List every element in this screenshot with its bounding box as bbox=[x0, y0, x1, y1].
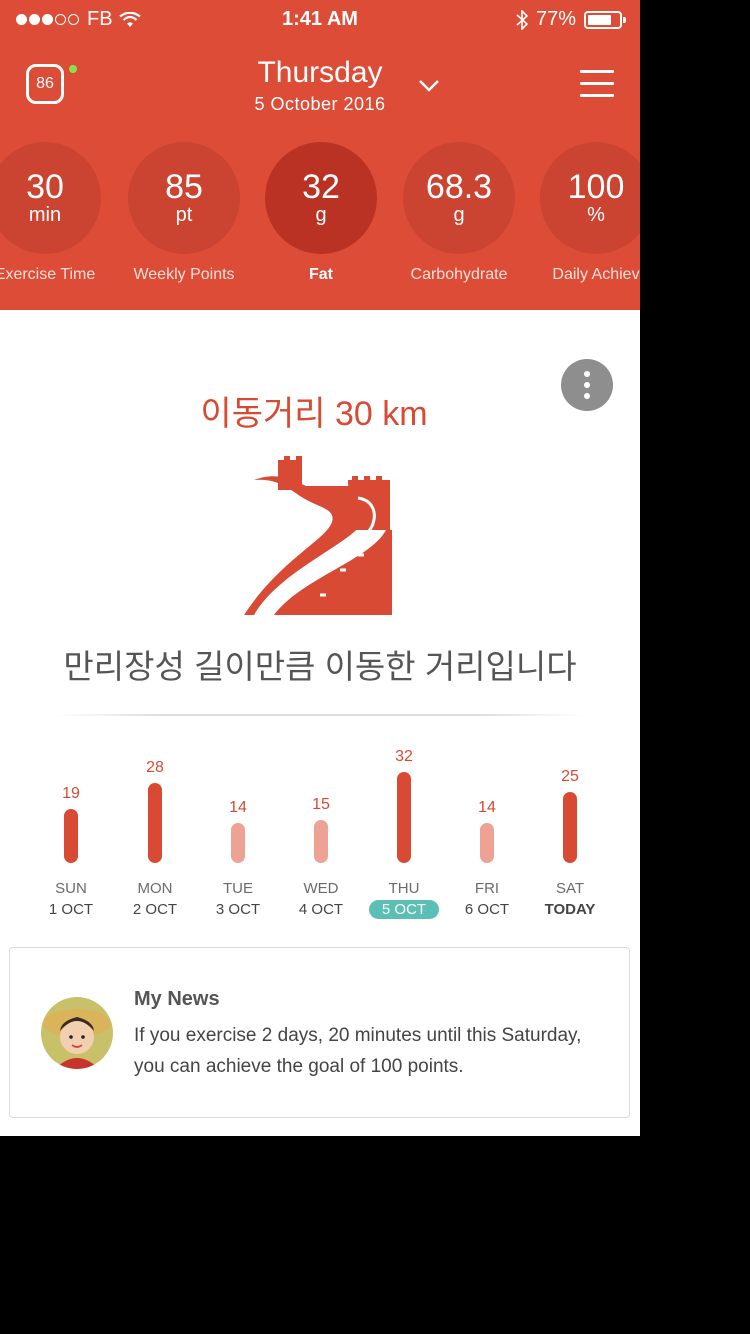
hamburger-menu-icon[interactable] bbox=[580, 70, 614, 100]
stat-weekly-points[interactable]: 85 pt Weekly Points bbox=[114, 142, 254, 284]
stat-circle: 68.3 g bbox=[403, 142, 515, 254]
divider bbox=[55, 714, 585, 716]
day-name: MON bbox=[137, 880, 173, 897]
stat-circle: 32 g bbox=[265, 142, 377, 254]
stat-unit: % bbox=[587, 204, 605, 226]
day-date: 2 OCT bbox=[132, 901, 178, 918]
more-dot bbox=[584, 371, 590, 377]
system-status: 77% bbox=[516, 8, 626, 31]
battery-icon bbox=[584, 10, 626, 29]
day-column-fri[interactable]: 14 FRI 6 OCT bbox=[447, 740, 527, 930]
weekly-bar-chart: 19 SUN 1 OCT 28 MON 2 OCT 14 TUE 3 OCT 1… bbox=[0, 740, 640, 930]
stat-circle: 85 pt bbox=[128, 142, 240, 254]
day-name: SUN bbox=[55, 880, 87, 897]
day-name: SAT bbox=[555, 880, 585, 897]
day-name: WED bbox=[303, 880, 339, 897]
stat-value: 32 bbox=[302, 168, 340, 206]
battery-percent: 77% bbox=[535, 8, 576, 30]
bar bbox=[563, 791, 577, 863]
day-name: TUE bbox=[223, 880, 253, 897]
day-column-wed[interactable]: 15 WED 4 OCT bbox=[281, 740, 361, 930]
day-date: TODAY bbox=[544, 901, 596, 918]
bar-value: 25 bbox=[561, 767, 579, 785]
day-column-thu[interactable]: 32 THU 5 OCT bbox=[364, 740, 444, 930]
day-date: 6 OCT bbox=[464, 901, 510, 918]
stat-label: Exercise Time bbox=[0, 266, 96, 283]
news-title: My News bbox=[134, 988, 220, 1010]
stat-label: Weekly Points bbox=[133, 266, 235, 283]
day-column-mon[interactable]: 28 MON 2 OCT bbox=[115, 740, 195, 930]
day-name: THU bbox=[388, 880, 420, 897]
news-body: If you exercise 2 days, 20 minutes until… bbox=[134, 1025, 582, 1077]
day-title[interactable]: Thursday bbox=[0, 56, 640, 90]
day-date: 3 OCT bbox=[215, 901, 261, 918]
header: FB 1:41 AM 77% 86 Thursday 5 October 201… bbox=[0, 0, 640, 310]
date-subtitle[interactable]: 5 October 2016 bbox=[0, 94, 640, 115]
bluetooth-icon bbox=[516, 9, 528, 30]
stat-label: Carbohydrate bbox=[410, 266, 508, 283]
bar bbox=[314, 820, 328, 863]
bar bbox=[64, 808, 78, 863]
day-date: 1 OCT bbox=[48, 901, 94, 918]
bar-value: 15 bbox=[312, 796, 330, 814]
stat-fat[interactable]: 32 g Fat bbox=[251, 142, 391, 284]
stat-label: Fat bbox=[309, 266, 333, 283]
stat-value: 30 bbox=[26, 168, 64, 206]
news-card[interactable]: My News If you exercise 2 days, 20 minut… bbox=[9, 947, 630, 1118]
bar-value: 32 bbox=[395, 747, 413, 765]
great-wall-icon bbox=[244, 456, 392, 615]
bar bbox=[148, 783, 162, 863]
stat-exercise-time[interactable]: 30 min Exercise Time bbox=[0, 142, 115, 284]
stat-unit: pt bbox=[175, 204, 193, 226]
stat-circle: 100 % bbox=[540, 142, 640, 254]
stat-carbohydrate[interactable]: 68.3 g Carbohydrate bbox=[389, 142, 529, 284]
stat-value: 100 bbox=[567, 168, 625, 206]
distance-description: 만리장성 길이만큼 이동한 거리입니다 bbox=[63, 648, 577, 685]
stat-unit: min bbox=[28, 204, 62, 226]
status-bar: FB 1:41 AM 77% bbox=[0, 0, 640, 40]
stat-circle: 30 min bbox=[0, 142, 101, 254]
stat-unit: g bbox=[315, 204, 327, 226]
bar bbox=[231, 823, 245, 863]
app-screen: FB 1:41 AM 77% 86 Thursday 5 October 201… bbox=[0, 0, 640, 1136]
day-date: 5 OCT bbox=[369, 900, 439, 919]
stat-daily-achievement[interactable]: 100 % Daily Achiev bbox=[526, 142, 640, 284]
stat-value: 68.3 bbox=[425, 168, 493, 206]
distance-title: 이동거리 30 km bbox=[200, 395, 428, 433]
avatar bbox=[41, 997, 113, 1069]
bar-value: 28 bbox=[146, 759, 164, 777]
bar bbox=[397, 771, 411, 863]
bar-value: 14 bbox=[478, 799, 496, 817]
day-name: FRI bbox=[474, 880, 500, 897]
day-date: 4 OCT bbox=[298, 901, 344, 918]
day-column-sat[interactable]: 25 SAT TODAY bbox=[530, 740, 610, 930]
stat-value: 85 bbox=[165, 168, 203, 206]
bar bbox=[480, 823, 494, 863]
chevron-down-icon[interactable] bbox=[418, 78, 440, 94]
stat-unit: g bbox=[453, 204, 465, 226]
day-column-sun[interactable]: 19 SUN 1 OCT bbox=[31, 740, 111, 930]
stat-label: Daily Achiev bbox=[552, 266, 640, 283]
bar-value: 14 bbox=[229, 799, 247, 817]
day-column-tue[interactable]: 14 TUE 3 OCT bbox=[198, 740, 278, 930]
bar-value: 19 bbox=[62, 784, 80, 802]
